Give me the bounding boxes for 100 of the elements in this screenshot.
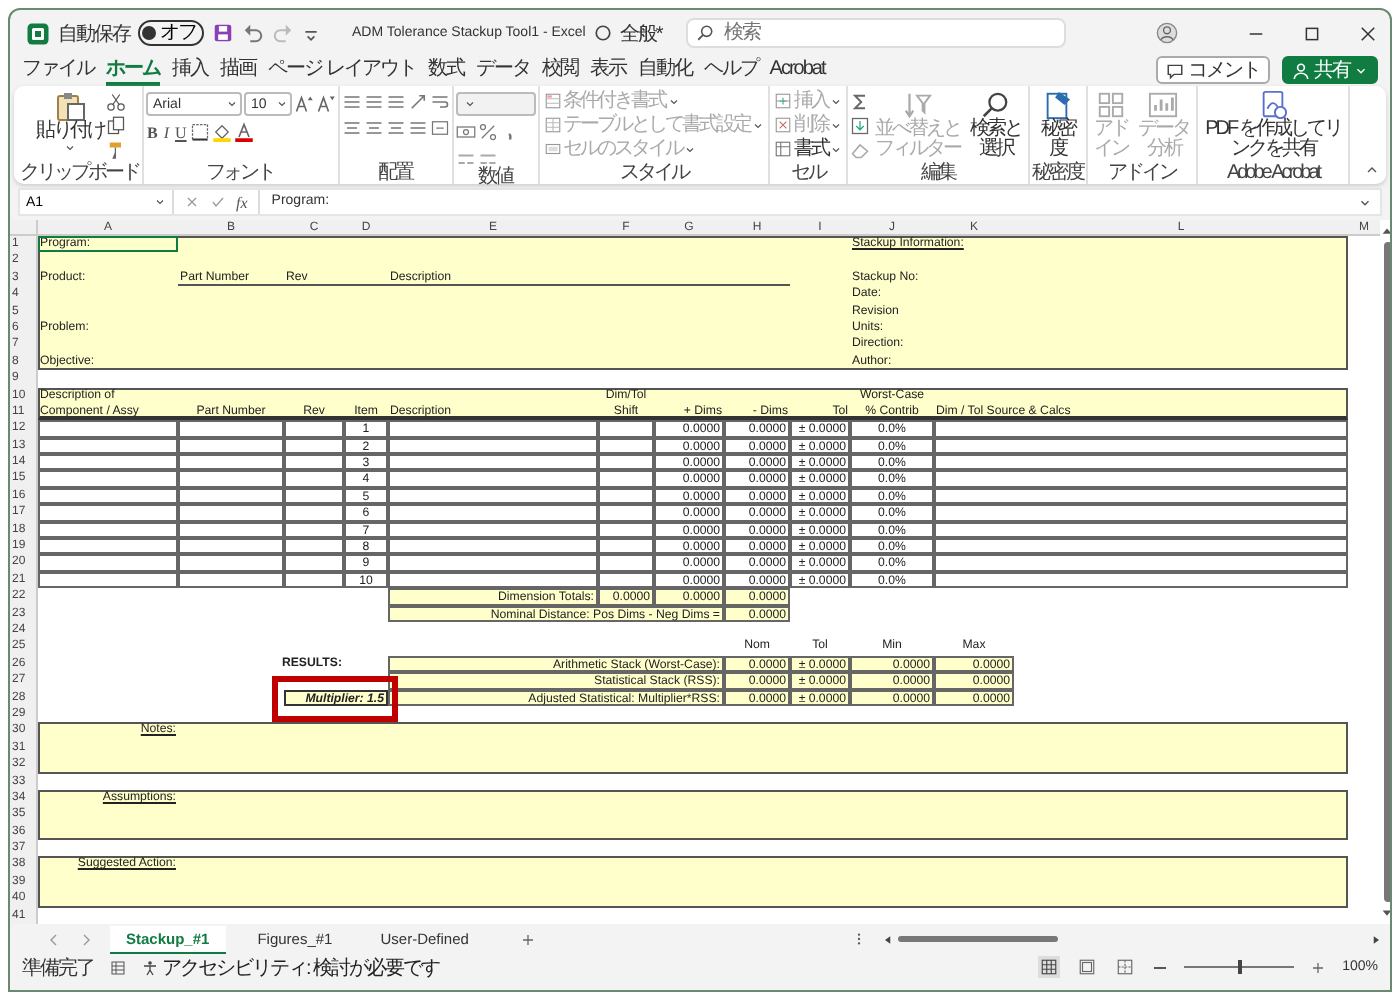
conditional-format-icon bbox=[543, 92, 561, 110]
table-cell bbox=[38, 470, 178, 488]
maximize-icon[interactable] bbox=[1302, 23, 1322, 43]
horizontal-scrollbar[interactable] bbox=[882, 933, 1382, 945]
table-cell bbox=[38, 504, 178, 522]
menu-tab[interactable]: ファイル bbox=[22, 55, 94, 85]
percent-icon[interactable] bbox=[477, 122, 497, 142]
align-middle-icon[interactable] bbox=[363, 92, 383, 112]
style-button[interactable]: U bbox=[173, 123, 189, 141]
font-grow-icon[interactable] bbox=[293, 94, 313, 114]
align-center-icon[interactable] bbox=[363, 118, 383, 138]
menu-tab[interactable]: 描画 bbox=[220, 55, 256, 85]
fill-down-icon[interactable] bbox=[850, 116, 870, 136]
page-layout-icon[interactable] bbox=[1076, 956, 1099, 978]
group-label: 配置 bbox=[376, 164, 415, 184]
menu-tab[interactable]: Acrobat bbox=[769, 55, 825, 85]
scissors-icon[interactable] bbox=[105, 92, 126, 112]
table-cell bbox=[598, 454, 654, 471]
caret-icon bbox=[463, 98, 475, 110]
slider-thumb[interactable] bbox=[1237, 960, 1242, 974]
caret-icon bbox=[63, 142, 76, 154]
menu-tab[interactable]: データ bbox=[475, 55, 530, 85]
fill-color-icon[interactable] bbox=[212, 122, 233, 142]
copy-icon[interactable] bbox=[105, 116, 126, 136]
expand-icon[interactable] bbox=[1358, 195, 1372, 209]
sum-icon[interactable] bbox=[850, 92, 870, 112]
ribbon-button[interactable]: 秘密度 bbox=[1035, 88, 1080, 160]
menu-tab[interactable]: 表示 bbox=[589, 55, 626, 85]
brush-icon[interactable] bbox=[105, 140, 126, 160]
previous-sheet-icon[interactable] bbox=[46, 931, 62, 947]
menu-tab[interactable]: 自動化 bbox=[637, 55, 692, 85]
menu-tab[interactable]: ページ レイアウト bbox=[268, 55, 416, 85]
ribbon-button[interactable]: 書式 bbox=[772, 138, 844, 160]
workbook-stats-icon[interactable] bbox=[110, 959, 126, 975]
group-label: セル bbox=[789, 164, 828, 184]
avatar-icon[interactable] bbox=[1156, 22, 1178, 44]
table-cell bbox=[38, 538, 178, 555]
zoom-in-icon[interactable] bbox=[1310, 959, 1327, 975]
add-in-icon bbox=[1096, 90, 1126, 120]
table-cell bbox=[598, 504, 654, 522]
undo-icon[interactable] bbox=[242, 22, 264, 44]
table-icon bbox=[543, 116, 561, 134]
accessibility-status[interactable]: アクセシビリティ: 検討が必要です bbox=[142, 953, 440, 981]
next-sheet-icon[interactable] bbox=[78, 931, 94, 947]
sensitivity-label[interactable]: 全般* bbox=[619, 19, 662, 47]
currency-icon[interactable] bbox=[455, 122, 475, 142]
scroll-right-icon[interactable] bbox=[1370, 933, 1382, 945]
ribbon-button[interactable]: 検索と選択 bbox=[965, 88, 1026, 160]
borders-icon[interactable] bbox=[190, 122, 211, 142]
indent-icon[interactable] bbox=[407, 118, 427, 138]
scroll-left-icon[interactable] bbox=[882, 933, 894, 945]
menu-tab[interactable]: 数式 bbox=[427, 55, 464, 85]
chart-icon bbox=[1148, 90, 1179, 120]
excel-logo-icon bbox=[26, 21, 50, 45]
paste-button[interactable]: 貼り付け bbox=[33, 88, 106, 154]
style-button[interactable]: B bbox=[145, 123, 160, 141]
orientation-icon[interactable] bbox=[407, 92, 427, 112]
align-left-icon[interactable] bbox=[341, 118, 361, 138]
align-top-icon[interactable] bbox=[341, 92, 361, 112]
font-shrink-icon[interactable] bbox=[315, 94, 335, 114]
menu-tab[interactable]: 挿入 bbox=[172, 55, 208, 85]
menu-tab[interactable]: ヘルプ bbox=[703, 55, 758, 85]
search-field[interactable]: 検索 bbox=[685, 18, 1066, 48]
table-cell bbox=[178, 470, 284, 488]
collapse-ribbon-icon[interactable] bbox=[1364, 162, 1380, 178]
table-cell bbox=[38, 454, 178, 471]
scrollbar-thumb[interactable] bbox=[1383, 242, 1390, 902]
autosave-toggle[interactable]: オフ bbox=[138, 20, 204, 46]
table-cell bbox=[598, 554, 654, 572]
comment-icon bbox=[1166, 61, 1184, 79]
insert-icon bbox=[774, 92, 792, 110]
table-cell bbox=[284, 554, 344, 572]
comment-button[interactable]: コメント bbox=[1156, 56, 1270, 84]
close-icon[interactable] bbox=[1358, 23, 1378, 43]
align-right-icon[interactable] bbox=[385, 118, 405, 138]
merge-icon[interactable] bbox=[429, 118, 449, 138]
style-button[interactable]: I bbox=[161, 123, 172, 141]
caret-icon bbox=[752, 119, 764, 131]
cancel-icon[interactable] bbox=[184, 194, 200, 210]
add-sheet-icon[interactable] bbox=[520, 931, 537, 947]
ribbon-button[interactable]: PDF を作成してリンクを共有 bbox=[1200, 88, 1346, 160]
normal-view-icon[interactable] bbox=[1038, 956, 1061, 978]
group-label: アドイン bbox=[1105, 164, 1179, 184]
save-icon[interactable] bbox=[212, 22, 234, 44]
table-cell bbox=[178, 454, 284, 471]
search-icon bbox=[980, 90, 1011, 120]
menu-tab[interactable]: 校閲 bbox=[541, 55, 578, 85]
scrollbar-thumb[interactable] bbox=[898, 936, 1058, 942]
table-cell bbox=[284, 470, 344, 488]
format-icon bbox=[774, 140, 792, 158]
enter-icon[interactable] bbox=[210, 194, 226, 210]
page-break-icon[interactable] bbox=[1114, 956, 1137, 978]
align-bottom-icon[interactable] bbox=[385, 92, 405, 112]
wrap-icon[interactable] bbox=[429, 92, 449, 112]
font-color-icon[interactable] bbox=[234, 122, 255, 142]
group-label: 秘密度 bbox=[1032, 164, 1083, 184]
function-button[interactable]: fx bbox=[236, 193, 248, 211]
more-icon[interactable] bbox=[852, 932, 866, 946]
share-button[interactable]: 共有 bbox=[1282, 56, 1378, 84]
table-cell bbox=[598, 538, 654, 555]
